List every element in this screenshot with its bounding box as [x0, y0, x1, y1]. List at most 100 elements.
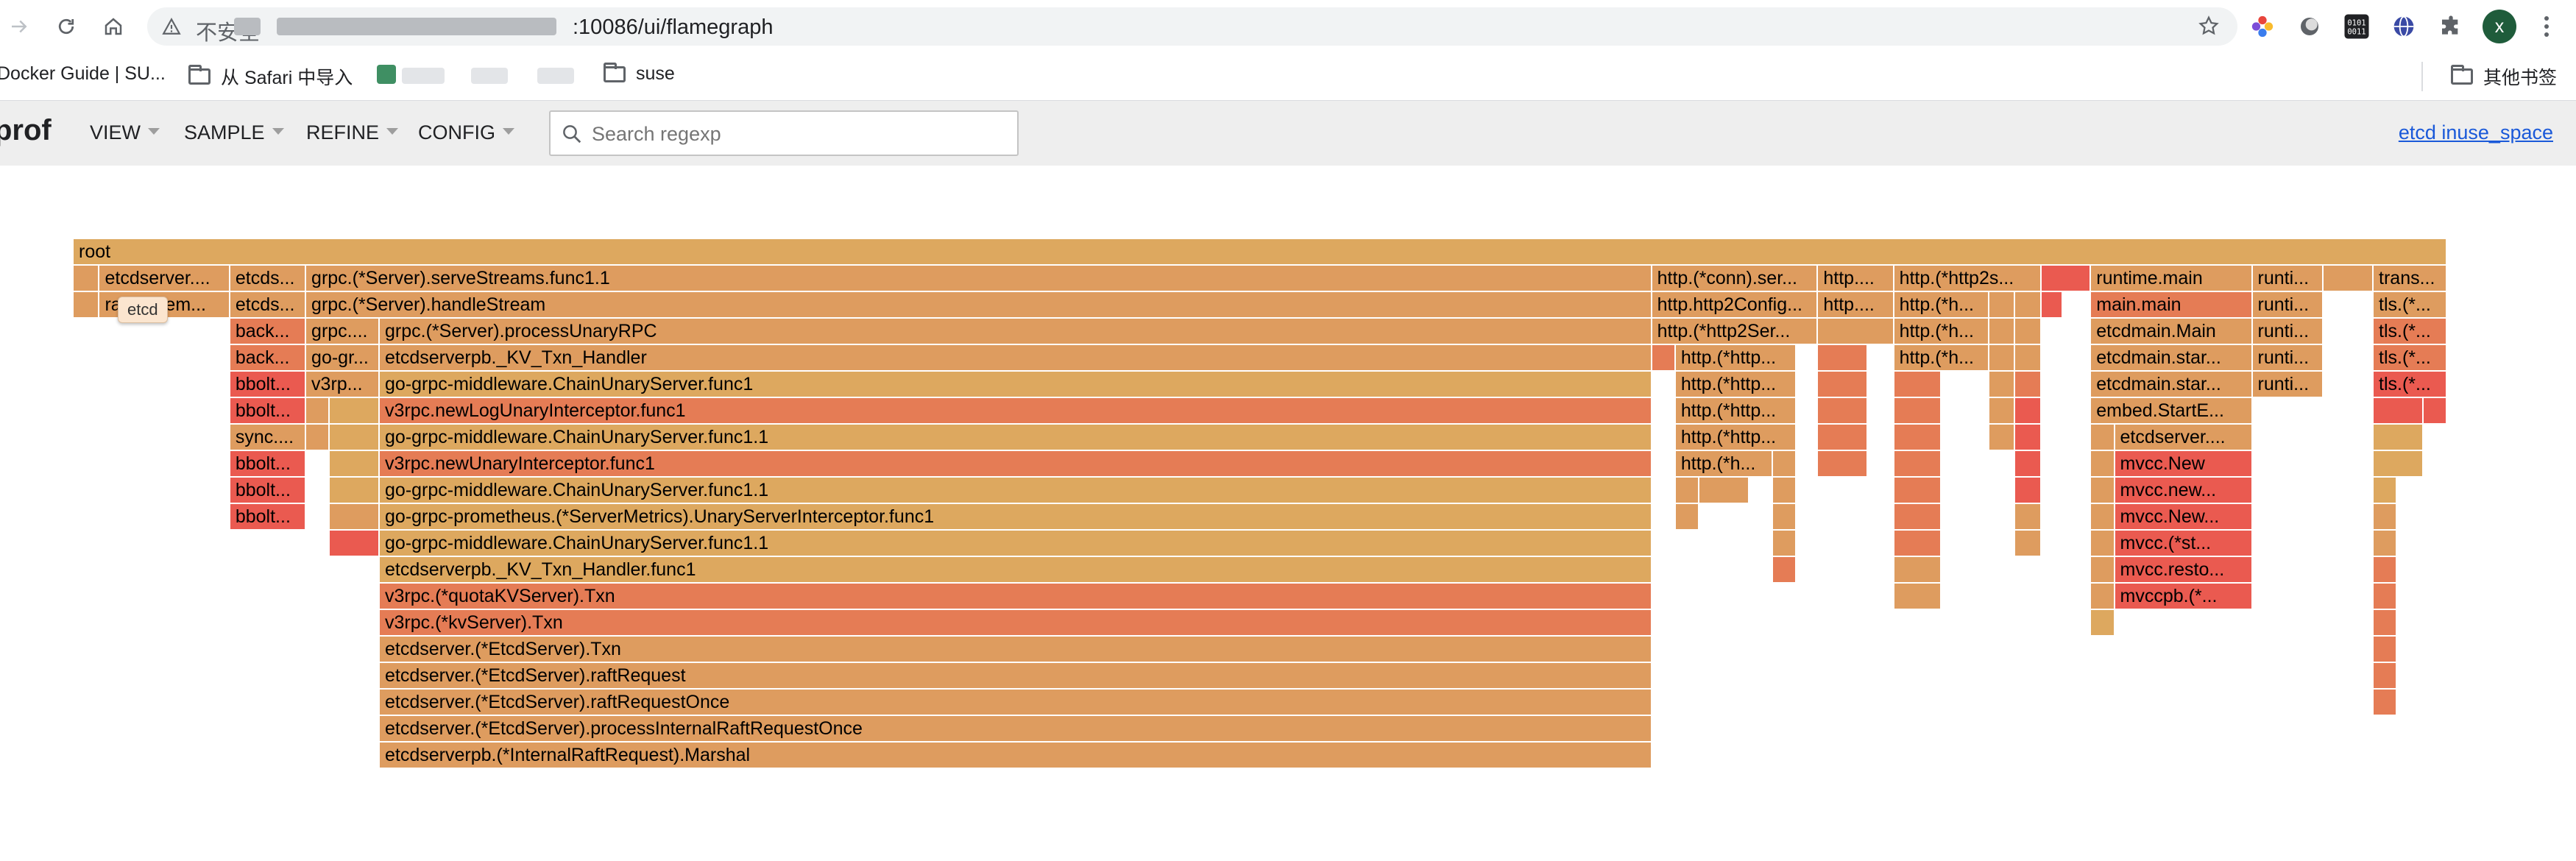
flame-frame[interactable]: go-grpc-middleware.ChainUnaryServer.func…: [380, 425, 1652, 450]
flame-frame[interactable]: bbolt...: [230, 504, 307, 530]
flame-frame[interactable]: main.main: [2091, 292, 2253, 318]
flame-frame[interactable]: [2091, 531, 2115, 556]
pprof-logo[interactable]: prof: [0, 114, 52, 147]
extension-binary-icon[interactable]: 0101 0011: [2340, 10, 2373, 43]
flame-frame[interactable]: http.(*http...: [1675, 372, 1797, 397]
flame-frame[interactable]: [2374, 690, 2398, 715]
flame-frame[interactable]: runti...: [2252, 372, 2324, 397]
flame-frame[interactable]: [1894, 398, 1942, 424]
flame-frame[interactable]: http.(*h...: [1675, 451, 1774, 477]
flame-frame[interactable]: [2091, 557, 2115, 583]
flame-frame[interactable]: grpc.(*Server).processUnaryRPC: [380, 319, 1652, 344]
flame-frame[interactable]: runti...: [2252, 292, 2324, 318]
flame-frame[interactable]: [1699, 478, 1749, 503]
flame-frame[interactable]: [2041, 292, 2063, 318]
flame-frame[interactable]: [1989, 372, 2016, 397]
home-icon[interactable]: [94, 7, 132, 46]
flame-frame[interactable]: [1894, 425, 1942, 450]
reload-icon[interactable]: [47, 7, 85, 46]
flame-frame[interactable]: go-grpc-middleware.ChainUnaryServer.func…: [380, 478, 1652, 503]
flame-frame[interactable]: [2374, 557, 2398, 583]
menu-config[interactable]: CONFIG: [418, 121, 514, 144]
flame-frame[interactable]: etcdserver.(*EtcdServer).raftRequestOnce: [380, 690, 1652, 715]
flame-frame[interactable]: go-grpc-prometheus.(*ServerMetrics).Unar…: [380, 504, 1652, 530]
extension-pinwheel-icon[interactable]: [2246, 10, 2279, 43]
flame-frame[interactable]: tls.(*...: [2374, 319, 2447, 344]
flame-frame[interactable]: [1773, 451, 1797, 477]
flame-frame[interactable]: tls.(*...: [2374, 345, 2447, 371]
flame-frame[interactable]: http.(*http2s...: [1894, 266, 2042, 291]
flame-frame[interactable]: [2374, 663, 2398, 689]
flame-frame[interactable]: etcdmain.star...: [2091, 345, 2253, 371]
flame-frame[interactable]: [1818, 319, 1894, 344]
flame-frame[interactable]: [2091, 478, 2115, 503]
flame-frame[interactable]: etcdserverpb.(*InternalRaftRequest).Mars…: [380, 743, 1652, 768]
flame-frame[interactable]: v3rp...: [306, 372, 381, 397]
flame-frame[interactable]: go-grpc-middleware.ChainUnaryServer.func…: [380, 372, 1652, 397]
flame-frame[interactable]: trans...: [2374, 266, 2447, 291]
flame-frame[interactable]: http.(*conn).ser...: [1652, 266, 1819, 291]
flame-frame[interactable]: sync....: [230, 425, 307, 450]
flame-frame[interactable]: [1773, 531, 1797, 556]
bookmark-suse[interactable]: suse: [604, 62, 675, 85]
flame-frame[interactable]: [2374, 451, 2424, 477]
flame-frame[interactable]: tls.(*...: [2374, 372, 2447, 397]
flame-frame[interactable]: etcds...: [230, 292, 307, 318]
flame-frame[interactable]: grpc.(*Server).serveStreams.func1.1: [306, 266, 1652, 291]
flame-frame[interactable]: http.(*http...: [1675, 398, 1797, 424]
flame-frame[interactable]: [2041, 266, 2092, 291]
flame-frame[interactable]: [330, 451, 381, 477]
flame-frame[interactable]: etcdserver....: [2115, 425, 2253, 450]
bookmark-redacted[interactable]: [377, 65, 396, 84]
menu-refine[interactable]: REFINE: [306, 121, 399, 144]
flame-frame[interactable]: v3rpc.(*quotaKVServer).Txn: [380, 584, 1652, 609]
flame-frame[interactable]: http.(*http2Ser...: [1652, 319, 1819, 344]
flame-frame[interactable]: [2091, 425, 2115, 450]
flame-frame[interactable]: [2374, 637, 2398, 662]
flame-frame[interactable]: [330, 504, 381, 530]
flame-frame[interactable]: [1675, 478, 1700, 503]
flame-frame[interactable]: go-gr...: [306, 345, 381, 371]
flame-frame[interactable]: http.(*h...: [1894, 319, 1989, 344]
flame-frame[interactable]: [2091, 584, 2115, 609]
flame-frame[interactable]: [2015, 504, 2042, 530]
flame-frame[interactable]: [2374, 531, 2398, 556]
flame-frame[interactable]: [2015, 451, 2042, 477]
flame-frame[interactable]: etcdmain.Main: [2091, 319, 2253, 344]
flame-frame[interactable]: runti...: [2252, 319, 2324, 344]
flame-frame[interactable]: v3rpc.newLogUnaryInterceptor.func1: [380, 398, 1652, 424]
bookmark-docker-guide[interactable]: Docker Guide | SU...: [0, 63, 166, 85]
flame-frame[interactable]: bbolt...: [230, 478, 307, 503]
flame-frame[interactable]: http.(*h...: [1894, 345, 1989, 371]
search-input[interactable]: [590, 116, 1005, 152]
flame-frame[interactable]: v3rpc.(*kvServer).Txn: [380, 610, 1652, 636]
flame-frame[interactable]: http....: [1818, 266, 1894, 291]
flame-frame[interactable]: bbolt...: [230, 451, 307, 477]
search-box[interactable]: [549, 110, 1019, 156]
flame-frame[interactable]: etcds...: [230, 266, 307, 291]
flame-frame[interactable]: [1652, 345, 1676, 371]
flame-frame[interactable]: [1818, 425, 1869, 450]
flame-frame[interactable]: [330, 478, 381, 503]
flame-frame[interactable]: back...: [230, 345, 307, 371]
flame-frame[interactable]: [1989, 398, 2016, 424]
flame-frame[interactable]: [2015, 345, 2042, 371]
flame-frame[interactable]: [2015, 319, 2042, 344]
flame-frame[interactable]: [1818, 398, 1869, 424]
flame-frame[interactable]: [2374, 610, 2398, 636]
flame-frame[interactable]: [2015, 425, 2042, 450]
flame-frame[interactable]: http.(*http...: [1675, 425, 1797, 450]
url-text[interactable]: :10086/ui/flamegraph: [573, 15, 773, 40]
flame-frame[interactable]: v3rpc.newUnaryInterceptor.func1: [380, 451, 1652, 477]
flame-frame[interactable]: [306, 425, 330, 450]
flame-frame[interactable]: [2324, 266, 2374, 291]
flame-frame[interactable]: mvcc.New: [2115, 451, 2253, 477]
flame-frame[interactable]: [1773, 504, 1797, 530]
bookmark-other[interactable]: 其他书签: [2451, 63, 2557, 90]
flame-frame[interactable]: [1894, 531, 1942, 556]
browser-menu-icon[interactable]: [2532, 10, 2561, 43]
flame-frame[interactable]: [1989, 319, 2016, 344]
extension-globe-icon[interactable]: [2388, 10, 2420, 43]
flame-frame[interactable]: [74, 266, 100, 291]
warning-icon[interactable]: [162, 17, 181, 40]
